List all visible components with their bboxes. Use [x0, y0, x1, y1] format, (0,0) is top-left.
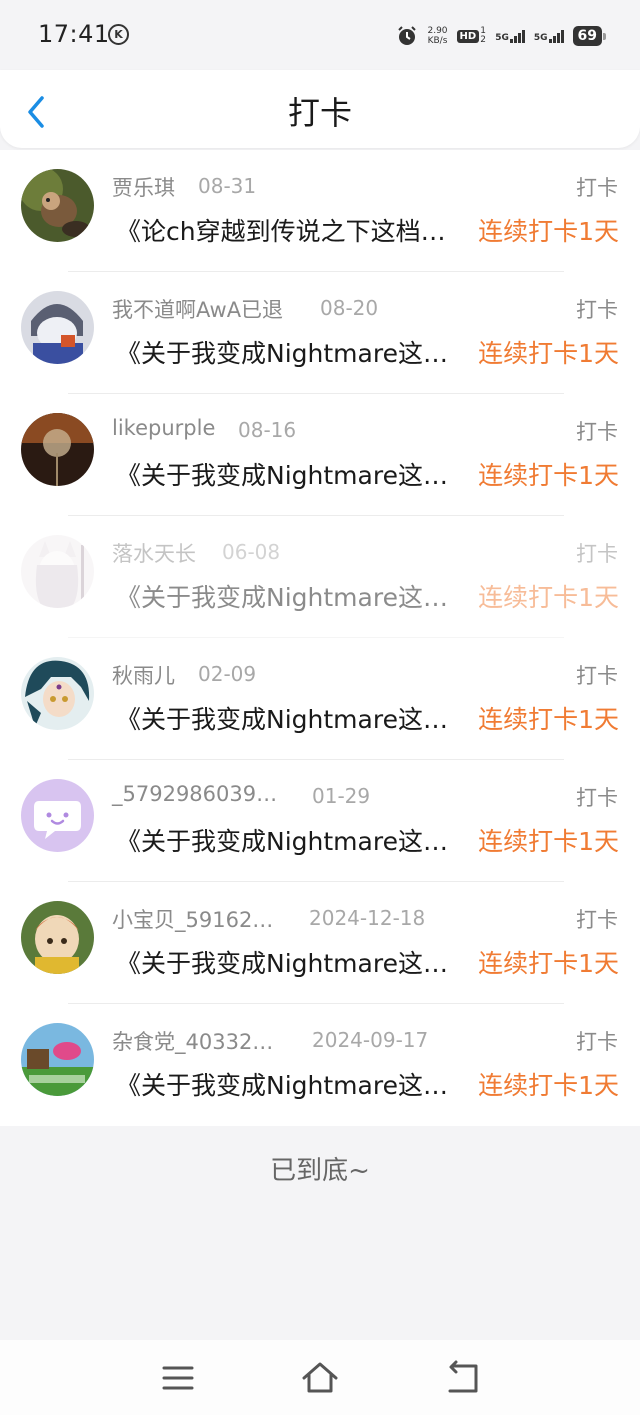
book-title[interactable]: 《关于我变成Nightmare这…	[116, 944, 470, 980]
list-item[interactable]: likepurple 08-16 打卡 《关于我变成Nightmare这… 连续…	[0, 394, 640, 516]
book-title[interactable]: 《关于我变成Nightmare这…	[116, 578, 470, 614]
avatar[interactable]	[21, 291, 94, 364]
streak-label: 连续打卡1天	[478, 827, 619, 856]
avatar[interactable]	[21, 413, 94, 486]
user-name[interactable]: likepurple	[112, 416, 215, 440]
menu-button[interactable]	[158, 1358, 198, 1398]
book-title[interactable]: 《关于我变成Nightmare这…	[116, 700, 470, 736]
streak-label: 连续打卡1天	[478, 339, 619, 368]
checkin-tag: 打卡	[576, 542, 618, 566]
streak-label: 连续打卡1天	[478, 461, 619, 490]
user-name[interactable]: 杂食党_40332…	[112, 1026, 273, 1056]
list-item[interactable]: 落水天长 06-08 打卡 《关于我变成Nightmare这… 连续打卡1天	[0, 516, 640, 638]
hd-icon: HD 1 2	[456, 27, 487, 45]
checkin-tag: 打卡	[576, 908, 618, 932]
list-item[interactable]: _5792986039… 01-29 打卡 《关于我变成Nightmare这… …	[0, 760, 640, 882]
avatar[interactable]	[21, 169, 94, 242]
user-name[interactable]: 贾乐琪	[112, 172, 175, 202]
book-title[interactable]: 《关于我变成Nightmare这…	[116, 334, 470, 370]
streak-label: 连续打卡1天	[478, 217, 619, 246]
streak-label: 连续打卡1天	[478, 949, 619, 978]
checkin-date: 2024-12-18	[309, 906, 426, 930]
user-name[interactable]: 我不道啊AwA已退	[112, 294, 283, 324]
streak-label: 连续打卡1天	[478, 1071, 619, 1100]
checkin-date: 08-20	[320, 296, 379, 320]
status-bar: 17:41 K 2.90 KB/s HD 1 2 5G 5G 69	[0, 0, 640, 70]
net-speed: 2.90 KB/s	[427, 26, 448, 46]
checkin-tag: 打卡	[576, 1030, 618, 1054]
status-time: 17:41	[38, 20, 110, 48]
alarm-icon	[398, 26, 417, 45]
avatar[interactable]	[21, 657, 94, 730]
checkin-list: 贾乐琪 08-31 打卡 《论ch穿越到传说之下这档… 连续打卡1天 我不道啊A…	[0, 150, 640, 1126]
checkin-tag: 打卡	[576, 176, 618, 200]
checkin-date: 08-31	[198, 174, 257, 198]
streak-label: 连续打卡1天	[478, 705, 619, 734]
k-badge-icon: K	[108, 24, 129, 45]
checkin-date: 08-16	[238, 418, 297, 442]
user-name[interactable]: 落水天长	[112, 538, 196, 568]
page-header: 打卡	[0, 70, 640, 148]
checkin-date: 02-09	[198, 662, 257, 686]
menu-icon	[162, 1366, 194, 1390]
book-title[interactable]: 《关于我变成Nightmare这…	[116, 1066, 470, 1102]
status-icons: 2.90 KB/s HD 1 2 5G 5G 69	[396, 22, 607, 50]
checkin-date: 01-29	[312, 784, 371, 808]
checkin-date: 06-08	[222, 540, 281, 564]
user-name[interactable]: 秋雨儿	[112, 660, 175, 690]
book-title[interactable]: 《论ch穿越到传说之下这档…	[116, 212, 470, 248]
home-button[interactable]	[300, 1358, 340, 1398]
book-title[interactable]: 《关于我变成Nightmare这…	[116, 456, 470, 492]
list-item[interactable]: 我不道啊AwA已退 08-20 打卡 《关于我变成Nightmare这… 连续打…	[0, 272, 640, 394]
avatar[interactable]	[21, 779, 94, 852]
signal-icon-2: 5G	[534, 29, 564, 43]
user-name[interactable]: _5792986039…	[112, 782, 277, 806]
checkin-tag: 打卡	[576, 786, 618, 810]
checkin-date: 2024-09-17	[312, 1028, 429, 1052]
back-icon	[448, 1360, 478, 1393]
streak-label: 连续打卡1天	[478, 583, 619, 612]
avatar[interactable]	[21, 1023, 94, 1096]
list-item[interactable]: 杂食党_40332… 2024-09-17 打卡 《关于我变成Nightmare…	[0, 1004, 640, 1126]
back-nav-button[interactable]	[442, 1358, 482, 1398]
checkin-tag: 打卡	[576, 664, 618, 688]
avatar[interactable]	[21, 901, 94, 974]
checkin-tag: 打卡	[576, 420, 618, 444]
system-nav-bar	[0, 1340, 640, 1415]
list-item[interactable]: 小宝贝_59162… 2024-12-18 打卡 《关于我变成Nightmare…	[0, 882, 640, 1004]
user-name[interactable]: 小宝贝_59162…	[112, 904, 273, 934]
list-item[interactable]: 秋雨儿 02-09 打卡 《关于我变成Nightmare这… 连续打卡1天	[0, 638, 640, 760]
signal-icon: 5G	[495, 29, 525, 43]
book-title[interactable]: 《关于我变成Nightmare这…	[116, 822, 470, 858]
battery-icon: 69	[572, 26, 607, 46]
list-end-text: 已到底~	[270, 1156, 370, 1186]
avatar[interactable]	[21, 535, 94, 608]
page-title: 打卡	[287, 94, 352, 132]
checkin-tag: 打卡	[576, 298, 618, 322]
home-icon	[302, 1362, 338, 1393]
list-item[interactable]: 贾乐琪 08-31 打卡 《论ch穿越到传说之下这档… 连续打卡1天	[0, 150, 640, 272]
